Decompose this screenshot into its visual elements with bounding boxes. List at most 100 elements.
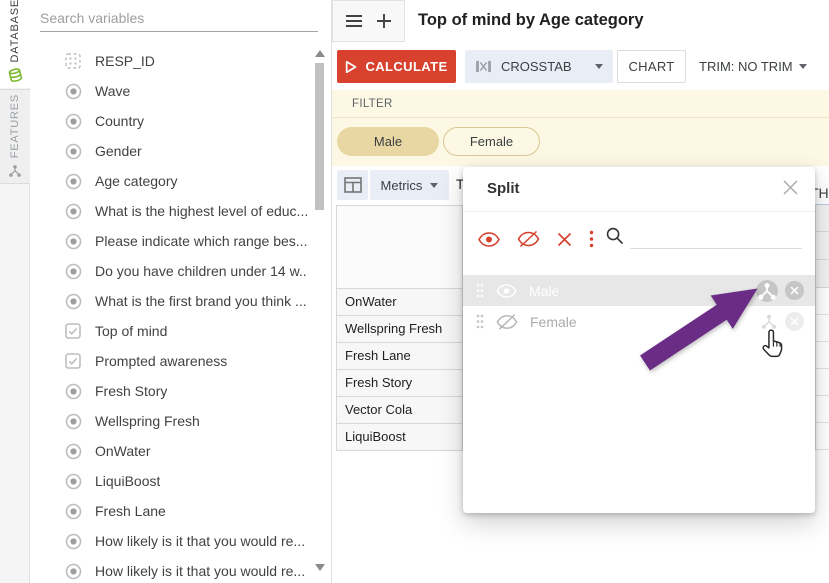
table-layout-button[interactable] [337, 170, 368, 200]
search-variables-input[interactable] [40, 5, 318, 32]
variable-label: Gender [95, 143, 142, 159]
variable-item[interactable]: OnWater [30, 436, 307, 466]
features-tab-label: FEATURES [9, 94, 21, 158]
split-icon[interactable] [759, 312, 779, 332]
variable-item[interactable]: LiquiBoost [30, 466, 307, 496]
chip-label: Female [470, 134, 513, 149]
chevron-down-icon[interactable] [595, 64, 603, 69]
variable-label: RESP_ID [95, 53, 155, 69]
grid-body-cell [816, 342, 829, 369]
sidebar-tab-database[interactable]: DATABASE [0, 0, 30, 88]
metrics-dropdown[interactable]: Metrics [370, 170, 449, 200]
chip-label: Male [374, 134, 402, 149]
table-header-cell [336, 205, 463, 289]
radio-icon [65, 83, 82, 100]
eye-off-icon[interactable] [496, 314, 518, 330]
variable-item[interactable]: RESP_ID [30, 46, 307, 76]
grid-body-cell [816, 423, 829, 450]
grid-header-cell [816, 260, 829, 288]
crosstab-button[interactable]: CROSSTAB [465, 50, 613, 83]
close-icon[interactable] [782, 179, 799, 196]
split-item-row[interactable]: Male [463, 275, 815, 306]
hamburger-icon[interactable] [345, 14, 363, 28]
drag-handle-icon[interactable] [476, 283, 484, 298]
variable-item[interactable]: What is the first brand you think ... [30, 286, 307, 316]
variable-item[interactable]: Prompted awareness [30, 346, 307, 376]
variable-label: How likely is it that you would re... [95, 563, 305, 579]
calculate-button[interactable]: CALCULATE [337, 50, 456, 83]
variable-item[interactable]: Wave [30, 76, 307, 106]
remove-icon[interactable] [784, 280, 805, 301]
kebab-icon[interactable] [589, 230, 594, 248]
app-window: DATABASE FEATURES RESP_ID WaveCountry Gend… [0, 0, 829, 583]
radio-icon [65, 143, 82, 160]
table-row-label: LiquiBoost [336, 424, 463, 451]
eye-icon[interactable] [478, 232, 500, 247]
grid-header-cell [816, 204, 829, 232]
variable-label: LiquiBoost [95, 473, 160, 489]
radio-icon [65, 473, 82, 490]
variable-label: Top of mind [95, 323, 167, 339]
metrics-label: Metrics [381, 178, 423, 193]
variable-item[interactable]: Gender [30, 136, 307, 166]
radio-icon [65, 173, 82, 190]
variable-item[interactable]: Do you have children under 14 w... [30, 256, 307, 286]
crosstab-grid-edge [815, 204, 829, 450]
scroll-up-icon[interactable] [315, 50, 325, 57]
remove-icon[interactable] [784, 311, 805, 332]
filter-chip-female[interactable]: Female [443, 127, 540, 156]
table-row-label: Fresh Story [336, 370, 463, 397]
variable-label: Fresh Story [95, 383, 167, 399]
crosstab-icon [475, 60, 492, 73]
variable-item[interactable]: How likely is it that you would re... [30, 526, 307, 556]
variable-item[interactable]: What is the highest level of educ... [30, 196, 307, 226]
variables-scrollbar[interactable] [314, 48, 325, 573]
remove-icon[interactable] [557, 232, 572, 247]
table-row-label: OnWater [336, 289, 463, 316]
checkbox-icon [65, 353, 82, 369]
database-tab-label: DATABASE [9, 0, 21, 62]
variables-list: RESP_ID WaveCountry Gender Age category What… [30, 46, 307, 583]
variable-item[interactable]: Country [30, 106, 307, 136]
filter-section: FILTER Male Female [332, 90, 829, 166]
chart-button[interactable]: CHART [617, 50, 686, 83]
grid-body-cell [816, 315, 829, 342]
variable-item[interactable]: How likely is it that you would re... [30, 556, 307, 583]
radio-icon [65, 203, 82, 220]
chevron-down-icon [430, 183, 438, 188]
scrollbar-thumb[interactable] [315, 63, 324, 210]
split-search-input[interactable] [630, 223, 802, 249]
calculate-label: CALCULATE [365, 59, 447, 74]
variable-item[interactable]: Please indicate which range bes... [30, 226, 307, 256]
split-item-label: Male [529, 283, 559, 299]
play-icon [345, 60, 357, 74]
variable-item[interactable]: Fresh Lane [30, 496, 307, 526]
radio-icon [65, 413, 82, 430]
variables-panel: RESP_ID WaveCountry Gender Age category What… [30, 0, 332, 583]
plus-icon[interactable] [376, 13, 392, 29]
trim-dropdown[interactable]: TRIM: NO TRIM [699, 50, 807, 83]
drag-handle-icon[interactable] [476, 314, 484, 329]
crosstab-row-labels: OnWaterWellspring FreshFresh LaneFresh S… [336, 205, 463, 451]
eye-off-icon[interactable] [517, 231, 540, 247]
chevron-down-icon [799, 64, 807, 69]
checkbox-icon [65, 323, 82, 339]
filter-chip-male[interactable]: Male [337, 127, 439, 156]
radio-icon [65, 233, 82, 250]
sidebar-tab-features[interactable]: FEATURES [0, 89, 30, 184]
features-icon [8, 164, 22, 178]
radio-icon [65, 533, 82, 550]
eye-icon[interactable] [496, 284, 517, 298]
variable-item[interactable]: Top of mind [30, 316, 307, 346]
variable-label: Age category [95, 173, 178, 189]
variable-label: Fresh Lane [95, 503, 166, 519]
variable-item[interactable]: Fresh Story [30, 376, 307, 406]
split-dialog: Split MaleFemale [463, 167, 815, 513]
grid-body-cell [816, 396, 829, 423]
table-row-label: Wellspring Fresh [336, 316, 463, 343]
split-item-row[interactable]: Female [463, 306, 815, 337]
split-icon[interactable] [755, 279, 779, 303]
variable-item[interactable]: Wellspring Fresh [30, 406, 307, 436]
variable-item[interactable]: Age category [30, 166, 307, 196]
scroll-down-icon[interactable] [315, 564, 325, 571]
